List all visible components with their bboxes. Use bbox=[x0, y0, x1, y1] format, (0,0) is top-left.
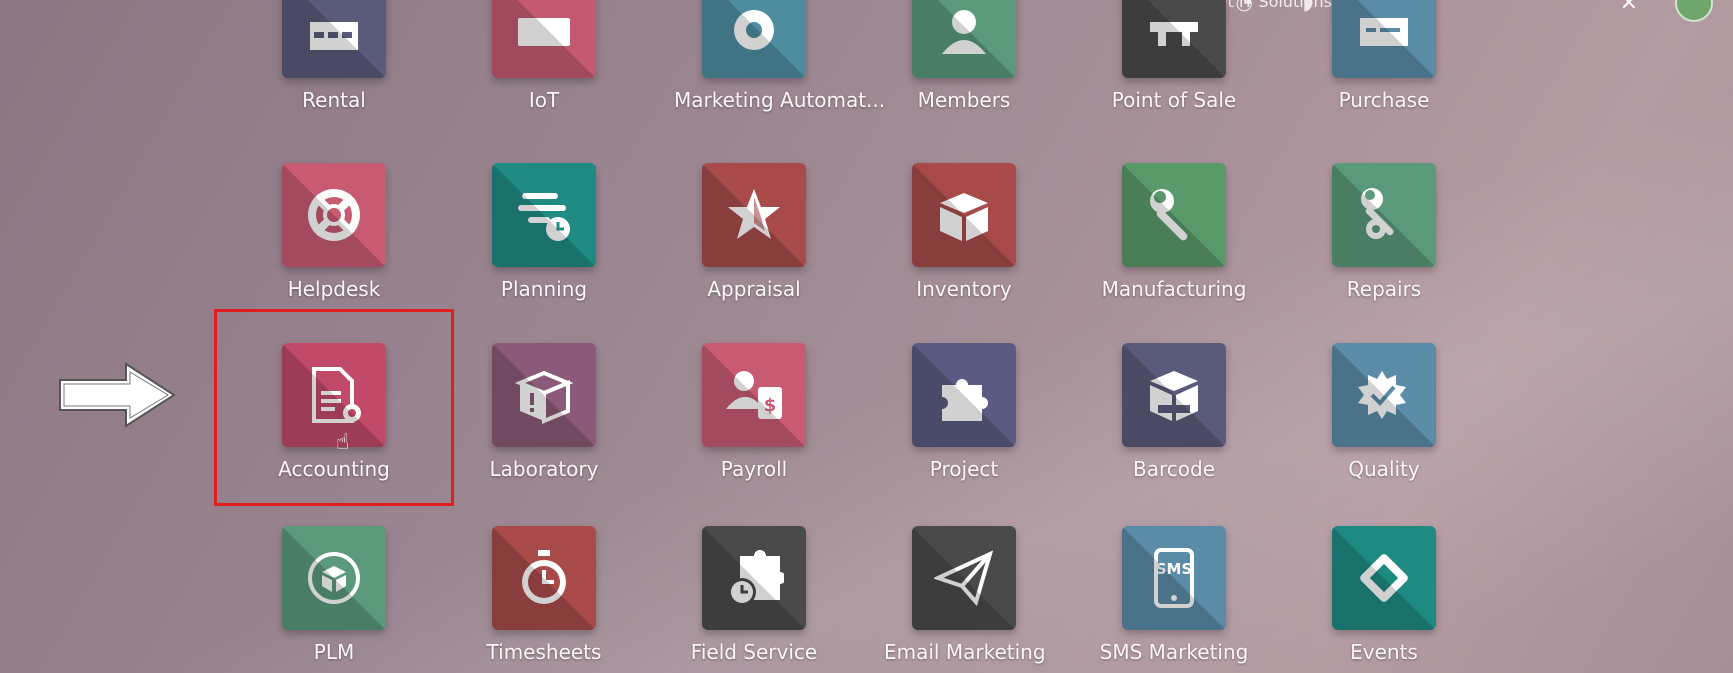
repairs-icon bbox=[1332, 163, 1436, 267]
app-inventory[interactable]: Inventory bbox=[884, 163, 1044, 301]
hand-cursor-icon: ☝ bbox=[336, 430, 350, 455]
app-members[interactable]: Members bbox=[884, 0, 1044, 112]
app-label: Planning bbox=[500, 277, 588, 301]
app-label: Timesheets bbox=[486, 640, 602, 664]
field-service-icon bbox=[702, 526, 806, 630]
app-manufacturing[interactable]: Manufacturing bbox=[1094, 163, 1254, 301]
app-label: Field Service bbox=[690, 640, 818, 664]
accounting-highlight-box bbox=[214, 309, 454, 506]
rental-icon bbox=[282, 0, 386, 78]
app-label: Email Marketing bbox=[884, 640, 1046, 664]
manufacturing-icon bbox=[1122, 163, 1226, 267]
app-label: Rental bbox=[302, 88, 366, 112]
app-label: SMS Marketing bbox=[1099, 640, 1249, 664]
close-icon[interactable]: × bbox=[1620, 0, 1638, 15]
app-label: Payroll bbox=[720, 457, 788, 481]
app-planning[interactable]: Planning bbox=[464, 163, 624, 301]
app-plm[interactable]: PLM bbox=[254, 526, 414, 664]
iot-icon bbox=[492, 0, 596, 78]
app-purchase[interactable]: Purchase bbox=[1304, 0, 1464, 112]
planning-icon bbox=[492, 163, 596, 267]
app-label: Point of Sale bbox=[1111, 88, 1237, 112]
app-rental[interactable]: Rental bbox=[254, 0, 414, 112]
laboratory-icon bbox=[492, 343, 596, 447]
app-marketing-automation[interactable]: Marketing Automat... bbox=[674, 0, 886, 112]
app-label: PLM bbox=[313, 640, 355, 664]
sms-glyph: SMS bbox=[1156, 560, 1193, 578]
barcode-icon bbox=[1122, 343, 1226, 447]
app-label: Helpdesk bbox=[287, 277, 381, 301]
point-of-sale-icon bbox=[1122, 0, 1226, 78]
app-appraisal[interactable]: Appraisal bbox=[674, 163, 834, 301]
app-quality[interactable]: Quality bbox=[1304, 343, 1464, 481]
app-timesheets[interactable]: Timesheets bbox=[464, 526, 624, 664]
app-sms-marketing[interactable]: SMS SMS Marketing bbox=[1094, 526, 1254, 664]
purchase-icon bbox=[1332, 0, 1436, 78]
email-marketing-icon bbox=[912, 526, 1016, 630]
app-label: Barcode bbox=[1133, 457, 1215, 481]
quality-icon bbox=[1332, 343, 1436, 447]
app-payroll[interactable]: $ Payroll bbox=[674, 343, 834, 481]
app-label: Quality bbox=[1348, 457, 1420, 481]
inventory-icon bbox=[912, 163, 1016, 267]
app-point-of-sale[interactable]: Point of Sale bbox=[1094, 0, 1254, 112]
project-icon bbox=[912, 343, 1016, 447]
sms-marketing-icon: SMS bbox=[1122, 526, 1226, 630]
app-iot[interactable]: IoT bbox=[464, 0, 624, 112]
plm-icon bbox=[282, 526, 386, 630]
app-email-marketing[interactable]: Email Marketing bbox=[884, 526, 1046, 664]
payroll-icon: $ bbox=[702, 343, 806, 447]
app-barcode[interactable]: Barcode bbox=[1094, 343, 1254, 481]
marketing-automation-icon bbox=[702, 0, 806, 78]
events-icon bbox=[1332, 526, 1436, 630]
app-label: Marketing Automat... bbox=[674, 88, 886, 112]
app-label: Events bbox=[1350, 640, 1418, 664]
app-label: Manufacturing bbox=[1101, 277, 1247, 301]
app-label: Inventory bbox=[916, 277, 1012, 301]
helpdesk-icon bbox=[282, 163, 386, 267]
pointer-arrow-icon bbox=[59, 362, 176, 428]
app-helpdesk[interactable]: Helpdesk bbox=[254, 163, 414, 301]
app-label: Appraisal bbox=[707, 277, 801, 301]
app-events[interactable]: Events bbox=[1304, 526, 1464, 664]
members-icon bbox=[912, 0, 1016, 78]
app-label: Purchase bbox=[1338, 88, 1430, 112]
avatar[interactable] bbox=[1675, 0, 1713, 22]
app-label: IoT bbox=[528, 88, 560, 112]
app-repairs[interactable]: Repairs bbox=[1304, 163, 1464, 301]
app-field-service[interactable]: Field Service bbox=[674, 526, 834, 664]
app-label: Project bbox=[929, 457, 999, 481]
app-laboratory[interactable]: Laboratory bbox=[464, 343, 624, 481]
payroll-glyph: $ bbox=[764, 395, 777, 416]
appraisal-icon bbox=[702, 163, 806, 267]
app-label: Members bbox=[917, 88, 1011, 112]
app-project[interactable]: Project bbox=[884, 343, 1044, 481]
app-label: Laboratory bbox=[489, 457, 599, 481]
timesheets-icon bbox=[492, 526, 596, 630]
app-label: Repairs bbox=[1346, 277, 1422, 301]
